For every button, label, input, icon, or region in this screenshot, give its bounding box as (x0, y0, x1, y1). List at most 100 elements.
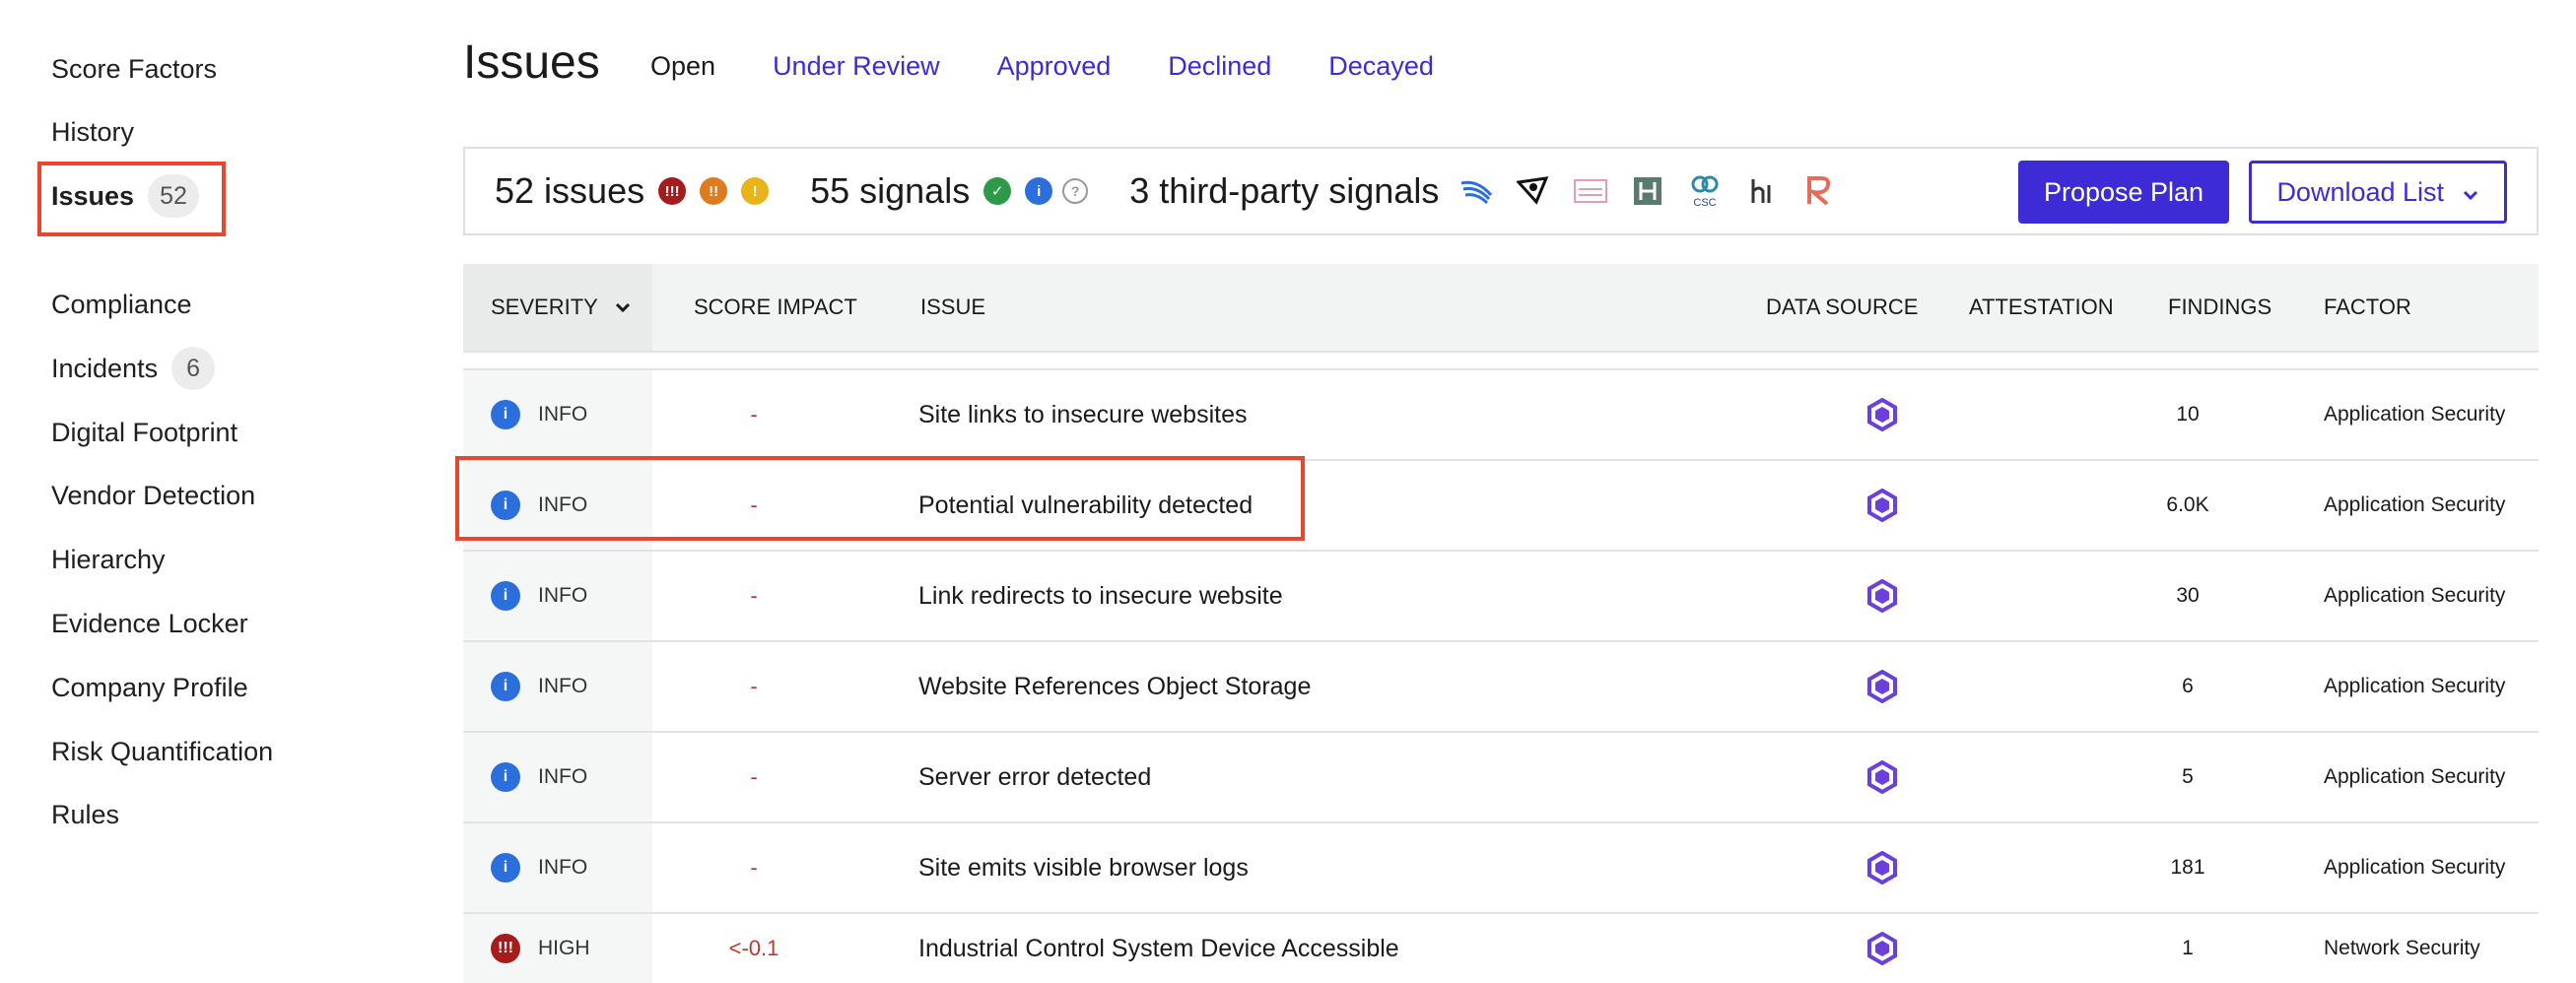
table-row[interactable]: i INFO - Website References Object Storag… (463, 642, 2539, 733)
vendor-logo-1-icon[interactable] (1457, 171, 1496, 211)
table-spacer (463, 353, 2539, 370)
sidebar-item-evidence-locker[interactable]: Evidence Locker (51, 604, 248, 643)
sidebar-item-label: History (51, 116, 135, 147)
row-highlight-box (455, 456, 1305, 541)
score-impact-cell: - (750, 674, 758, 698)
sidebar-item-compliance[interactable]: Compliance (51, 285, 192, 324)
page-title: Issues (463, 36, 600, 89)
column-header-issue[interactable]: ISSUE (920, 264, 985, 351)
issue-title[interactable]: Industrial Control System Device Accessi… (918, 914, 1399, 983)
score-impact-cell: - (750, 583, 758, 608)
info-icon: i (491, 762, 520, 792)
data-source-cell (1813, 642, 1951, 731)
findings-count: 6 (2182, 675, 2194, 697)
data-source-cell (1813, 461, 1951, 550)
table-header: SEVERITY SCORE IMPACT ISSUE DATA SOURCE … (463, 264, 2539, 353)
medium-severity-icon: !! (700, 177, 728, 205)
issue-title[interactable]: Site emits visible browser logs (918, 823, 1249, 912)
issues-count: 52 issues (495, 170, 645, 211)
vendor-logo-h1-icon[interactable] (1742, 171, 1782, 211)
severity-cell: i INFO (463, 642, 652, 731)
data-source-cell (1813, 370, 1951, 459)
score-impact-cell: - (750, 402, 758, 426)
svg-text:CSC: CSC (1694, 197, 1717, 208)
sidebar-item-label: Score Factors (51, 53, 218, 84)
sidebar-item-hierarchy[interactable]: Hierarchy (51, 540, 166, 579)
sidebar-item-history[interactable]: History (51, 112, 134, 152)
data-source-logo-icon (1867, 760, 1897, 794)
info-icon: i (491, 581, 520, 611)
high-severity-icon: !!! (658, 177, 687, 205)
severity-label: INFO (538, 403, 588, 426)
sidebar-item-digital-footprint[interactable]: Digital Footprint (51, 413, 237, 452)
sidebar-item-score-factors[interactable]: Score Factors (51, 49, 217, 89)
findings-count: 181 (2170, 856, 2205, 879)
vendor-logo-3-icon[interactable] (1571, 171, 1610, 211)
table-row[interactable]: i INFO - Server error detected 5 Applicat… (463, 733, 2539, 823)
severity-label: INFO (538, 856, 588, 879)
sidebar-item-label: Incidents (51, 353, 159, 383)
sidebar-item-label: Hierarchy (51, 544, 166, 574)
sidebar-item-vendor-detection[interactable]: Vendor Detection (51, 476, 255, 515)
column-header-findings[interactable]: FINDINGS (2168, 264, 2271, 351)
severity-cell: !!! HIGH (463, 914, 652, 983)
table-row[interactable]: i INFO - Link redirects to insecure websi… (463, 552, 2539, 642)
factor-cell: Application Security (2324, 765, 2506, 788)
column-header-data-source[interactable]: DATA SOURCE (1766, 264, 1918, 351)
info-signal-icon: i (1025, 177, 1053, 205)
sidebar-item-rules[interactable]: Rules (51, 795, 119, 834)
vendor-logo-r-icon[interactable] (1799, 171, 1839, 211)
signals-count: 55 signals (810, 170, 971, 211)
factor-cell: Network Security (2324, 937, 2480, 959)
tab-approved[interactable]: Approved (997, 51, 1112, 82)
issue-title[interactable]: Website References Object Storage (918, 642, 1311, 731)
column-header-score-impact[interactable]: SCORE IMPACT (694, 264, 857, 351)
data-source-logo-icon (1867, 851, 1897, 885)
severity-label: HIGH (538, 937, 590, 959)
score-impact-cell: - (750, 855, 758, 880)
vendor-logo-csc-icon[interactable]: CSC (1685, 171, 1725, 211)
issue-title[interactable]: Server error detected (918, 733, 1151, 821)
factor-cell: Application Security (2324, 584, 2506, 607)
data-source-logo-icon (1867, 932, 1897, 965)
findings-count: 10 (2176, 403, 2200, 426)
sidebar-item-label: Rules (51, 799, 120, 829)
column-header-severity[interactable]: SEVERITY (463, 264, 652, 351)
tab-declined[interactable]: Declined (1168, 51, 1271, 82)
chevron-down-icon (2463, 190, 2477, 200)
vendor-logo-2-icon[interactable] (1514, 171, 1553, 211)
sidebar-item-incidents[interactable]: Incidents 6 (51, 347, 216, 390)
data-source-logo-icon (1867, 398, 1897, 431)
sidebar-item-company-profile[interactable]: Company Profile (51, 668, 248, 707)
issues-table: SEVERITY SCORE IMPACT ISSUE DATA SOURCE … (463, 264, 2539, 983)
info-icon: i (491, 672, 520, 701)
summary-bar: 52 issues !!! !! ! 55 signals ✓ i ? 3 th… (463, 147, 2539, 235)
low-severity-icon: ! (741, 177, 770, 205)
info-icon: i (491, 853, 520, 883)
download-list-button[interactable]: Download List (2249, 161, 2507, 224)
column-header-attestation[interactable]: ATTESTATION (1969, 264, 2114, 351)
issue-title[interactable]: Link redirects to insecure website (918, 552, 1283, 640)
sidebar-item-label: Risk Quantification (51, 736, 274, 766)
tab-decayed[interactable]: Decayed (1328, 51, 1434, 82)
data-source-cell (1813, 914, 1951, 983)
table-row[interactable]: i INFO - Site emits visible browser logs … (463, 823, 2539, 914)
factor-cell: Application Security (2324, 675, 2506, 697)
data-source-logo-icon (1867, 670, 1897, 703)
tab-open[interactable]: Open (650, 51, 715, 82)
incidents-count-badge: 6 (171, 347, 216, 390)
help-icon[interactable]: ? (1062, 178, 1089, 204)
sidebar-item-risk-quantification[interactable]: Risk Quantification (51, 732, 273, 771)
vendor-logo-4-icon[interactable] (1628, 171, 1667, 211)
tab-under-review[interactable]: Under Review (773, 51, 940, 82)
column-header-factor[interactable]: FACTOR (2324, 264, 2411, 351)
column-header-severity-label: SEVERITY (491, 295, 598, 319)
sidebar-item-label: Vendor Detection (51, 480, 256, 510)
table-row[interactable]: i INFO - Site links to insecure websites … (463, 370, 2539, 461)
propose-plan-button[interactable]: Propose Plan (2018, 161, 2229, 224)
issue-title[interactable]: Site links to insecure websites (918, 370, 1247, 459)
table-row[interactable]: !!! HIGH <-0.1 Industrial Control System … (463, 914, 2539, 983)
factor-cell: Application Security (2324, 403, 2506, 426)
sidebar-item-label: Company Profile (51, 672, 248, 702)
sidebar: Score Factors History Issues 52 Complian… (0, 0, 434, 974)
